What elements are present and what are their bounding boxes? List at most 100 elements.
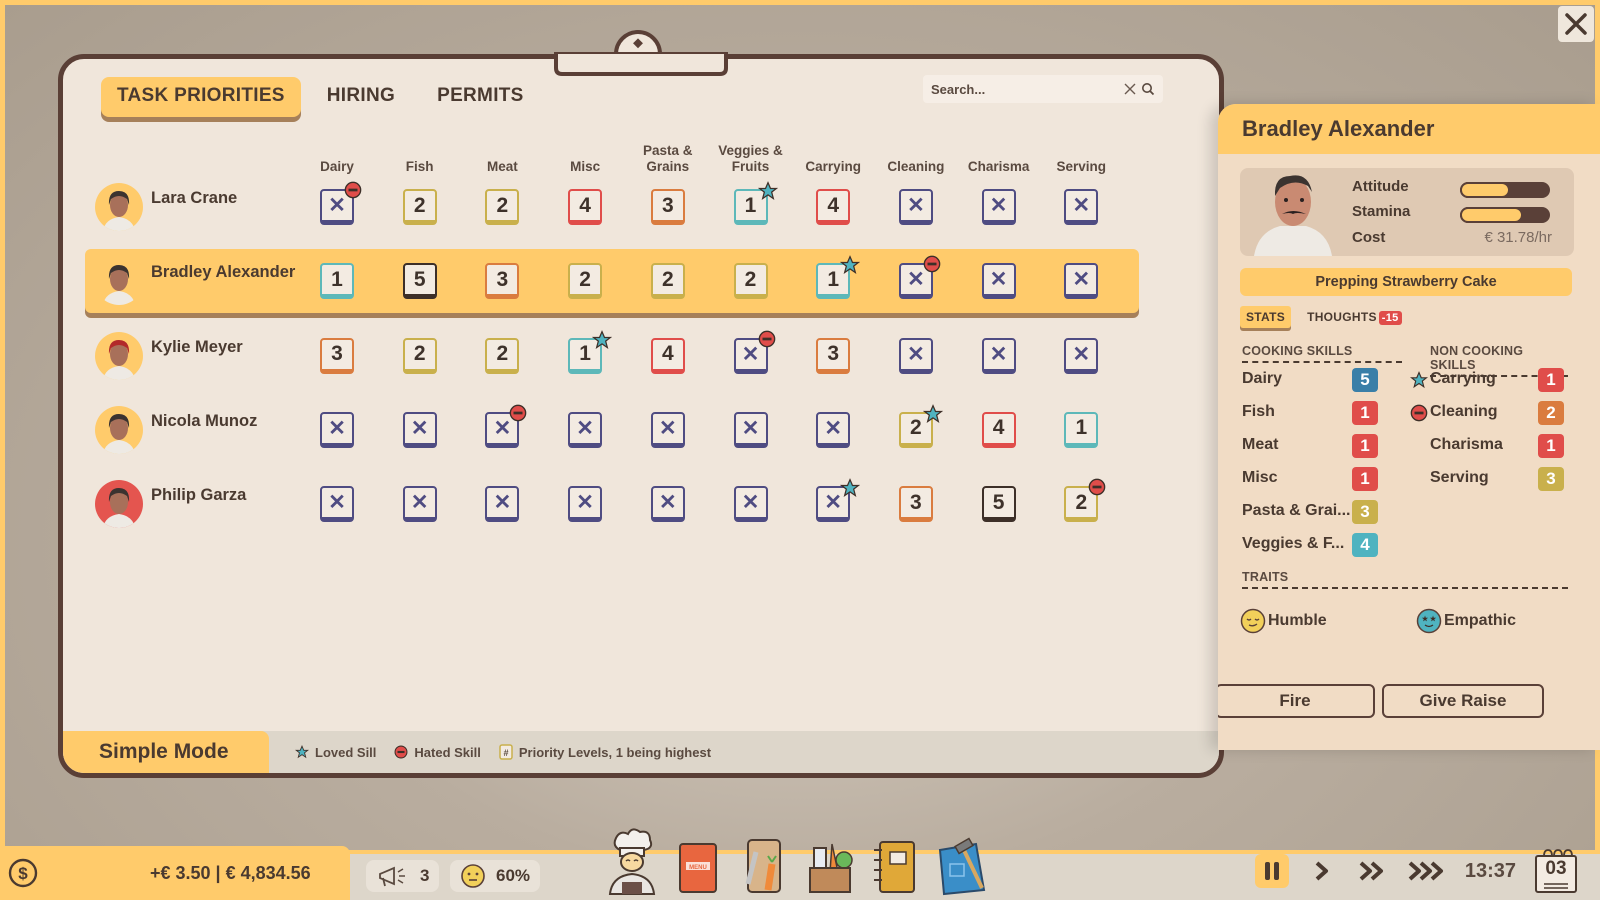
simple-mode-toggle[interactable]: Simple Mode [63, 731, 269, 773]
priority-cell-pasta-grains[interactable]: 4 [650, 337, 685, 374]
priority-cell-serving[interactable]: ✕ [1064, 189, 1099, 225]
search-icon[interactable] [1141, 82, 1155, 96]
priority-cell-carrying[interactable]: ✕ [816, 478, 861, 523]
priority-cell-pasta-grains[interactable]: 2 [650, 263, 685, 300]
satisfaction-pill[interactable]: 60% [450, 860, 541, 892]
stamina-bar [1460, 207, 1550, 223]
priority-cell-serving[interactable]: ✕ [1064, 263, 1099, 300]
legend-loved-label: Loved Sill [315, 744, 377, 760]
priority-cell-misc[interactable]: ✕ [568, 411, 603, 448]
priority-cell-misc[interactable]: 1 [568, 329, 613, 374]
priority-cell-dairy[interactable]: ✕ [320, 181, 362, 225]
search-input[interactable] [931, 81, 1119, 97]
priority-cell-dairy[interactable]: 3 [320, 337, 354, 374]
traits-title: TRAITS [1242, 570, 1568, 589]
priority-cell-carrying[interactable]: 4 [816, 189, 851, 225]
priority-cell-meat[interactable]: ✕ [485, 404, 527, 448]
priority-cell-carrying[interactable]: 3 [816, 337, 851, 374]
subtab-stats[interactable]: STATS [1240, 306, 1292, 328]
priority-cell-veggies-fruits[interactable]: 1 [733, 181, 778, 225]
marketing-pill[interactable]: 3 [366, 860, 440, 892]
priority-cell-pasta-grains[interactable]: ✕ [650, 486, 685, 523]
priority-cell-serving[interactable]: ✕ [1064, 337, 1099, 374]
stamina-label: Stamina [1352, 203, 1411, 220]
employee-name[interactable]: Bradley Alexander [151, 263, 295, 282]
priority-cell-misc[interactable]: 2 [568, 263, 603, 300]
employee-name[interactable]: Philip Garza [151, 486, 246, 505]
priority-cell-misc[interactable]: 4 [568, 189, 603, 225]
hated-minus-icon [923, 255, 941, 273]
priority-cell-pasta-grains[interactable]: 3 [650, 189, 685, 225]
priority-value: 3 [331, 342, 343, 366]
priority-cell-dairy[interactable]: 1 [320, 263, 354, 300]
priority-cell-meat[interactable]: ✕ [485, 486, 520, 523]
neutral-face-icon [461, 864, 485, 888]
priority-cell-charisma[interactable]: ✕ [981, 189, 1016, 225]
priority-cell-cleaning[interactable]: 3 [898, 486, 933, 523]
priority-cell-charisma[interactable]: 5 [981, 486, 1016, 523]
build-blueprint-icon[interactable] [936, 824, 988, 896]
priority-cell-meat[interactable]: 2 [485, 189, 520, 225]
pause-button[interactable] [1254, 854, 1289, 888]
priority-cell-dairy[interactable]: ✕ [320, 486, 354, 523]
priority-cell-charisma[interactable]: 4 [981, 411, 1016, 448]
priority-cell-dairy[interactable]: ✕ [320, 411, 354, 448]
priority-cell-serving[interactable]: 2 [1064, 478, 1106, 523]
priority-cell-carrying[interactable]: ✕ [816, 411, 851, 448]
cooking-skill-name: Meat [1242, 436, 1279, 453]
employee-row[interactable]: Kylie Meyer 3 2 2 1 4 ✕ 3 ✕ ✕ ✕ [85, 324, 1139, 388]
priority-cell-fish[interactable]: 2 [402, 189, 437, 225]
employee-name[interactable]: Kylie Meyer [151, 338, 243, 357]
priority-cell-fish[interactable]: 2 [402, 337, 437, 374]
employee-name[interactable]: Nicola Munoz [151, 412, 257, 431]
employee-row[interactable]: Philip Garza ✕ ✕ ✕ ✕ ✕ ✕ ✕ 3 5 2 [85, 472, 1139, 536]
priority-cell-misc[interactable]: ✕ [568, 486, 603, 523]
play-speed-1-button[interactable] [1305, 854, 1339, 888]
staff-chef-icon[interactable] [606, 824, 658, 896]
tab-permits[interactable]: PERMITS [421, 77, 540, 117]
priority-cell-serving[interactable]: 1 [1064, 411, 1099, 448]
employee-row[interactable]: Bradley Alexander 1 5 3 2 2 2 1 ✕ ✕ ✕ [85, 249, 1139, 314]
employee-row[interactable]: Lara Crane ✕ 2 2 4 3 1 4 ✕ ✕ ✕ [85, 175, 1139, 239]
play-speed-3-button[interactable] [1405, 854, 1449, 888]
tab-task-priorities[interactable]: TASK PRIORITIES [101, 77, 301, 117]
cooking-skill-name: Pasta & Grai... [1242, 502, 1351, 519]
column-header: Charisma [967, 159, 1030, 174]
priority-cell-cleaning[interactable]: ✕ [898, 189, 933, 225]
priority-cell-cleaning[interactable]: ✕ [898, 337, 933, 374]
tab-hiring[interactable]: HIRING [311, 77, 411, 117]
priority-cell-veggies-fruits[interactable]: ✕ [733, 330, 775, 374]
priority-cell-fish[interactable]: ✕ [402, 486, 437, 523]
attitude-label: Attitude [1352, 178, 1409, 195]
employee-name[interactable]: Lara Crane [151, 189, 237, 208]
priority-cell-cleaning[interactable]: ✕ [898, 255, 941, 300]
clear-icon[interactable] [1123, 82, 1137, 96]
employee-row[interactable]: Nicola Munoz ✕ ✕ ✕ ✕ ✕ ✕ ✕ 2 4 1 [85, 398, 1139, 462]
fire-button[interactable]: Fire [1218, 684, 1375, 718]
priority-cell-pasta-grains[interactable]: ✕ [650, 411, 685, 448]
priority-value: 3 [827, 342, 840, 366]
play-speed-2-button[interactable] [1355, 854, 1389, 888]
chevron-right-icon [1315, 861, 1328, 881]
calendar-button[interactable]: 03 [1532, 846, 1580, 896]
priority-cell-veggies-fruits[interactable]: ✕ [733, 486, 768, 523]
priority-cell-charisma[interactable]: ✕ [981, 263, 1016, 300]
priority-cell-fish[interactable]: 5 [402, 263, 437, 300]
ingredients-crate-icon[interactable] [804, 824, 856, 896]
priority-cell-cleaning[interactable]: 2 [898, 403, 944, 448]
subtab-thoughts[interactable]: THOUGHTS -15 [1301, 306, 1408, 328]
priority-cell-veggies-fruits[interactable]: ✕ [733, 411, 768, 448]
menu-book-icon[interactable]: MENU [672, 824, 724, 896]
priority-cell-meat[interactable]: 3 [485, 263, 520, 300]
give-raise-button[interactable]: Give Raise [1382, 684, 1544, 718]
disabled-x-icon: ✕ [576, 416, 594, 440]
priority-cell-veggies-fruits[interactable]: 2 [733, 263, 768, 300]
priority-cell-meat[interactable]: 2 [485, 337, 520, 374]
prep-board-icon[interactable] [738, 824, 790, 896]
priority-cell-fish[interactable]: ✕ [402, 411, 437, 448]
hated-minus-icon [1088, 478, 1106, 496]
priority-cell-carrying[interactable]: 1 [816, 255, 861, 300]
priority-cell-charisma[interactable]: ✕ [981, 337, 1016, 374]
recipe-notebook-icon[interactable] [870, 824, 922, 896]
close-button[interactable] [1558, 6, 1594, 42]
